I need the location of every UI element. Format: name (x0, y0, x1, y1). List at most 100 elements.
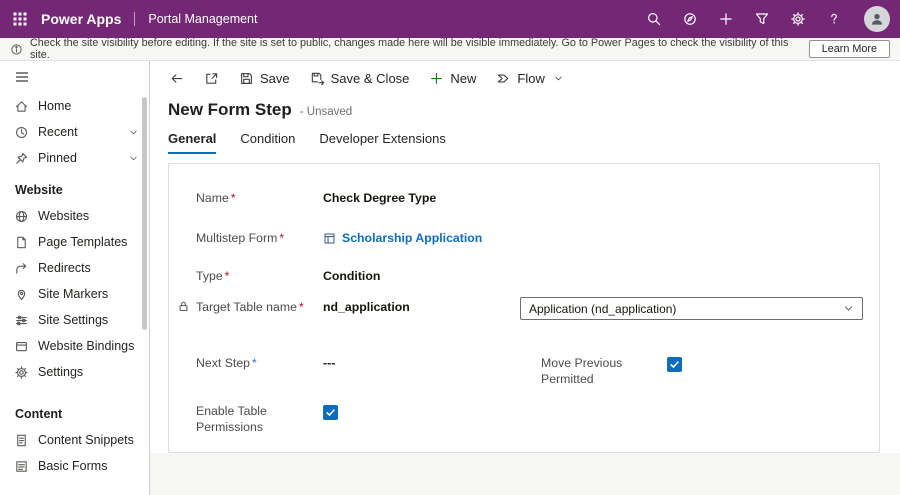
sidebar-item-site-settings[interactable]: Site Settings (0, 307, 149, 333)
help-icon[interactable] (825, 11, 842, 28)
main-content: Save Save & Close New Flow New Form Step… (150, 61, 900, 495)
move-previous-field-label: Move Previous Permitted (541, 356, 623, 386)
sidebar-item-settings[interactable]: Settings (0, 359, 149, 385)
sidebar-section-website: Website (15, 183, 63, 197)
save-close-icon (310, 71, 325, 86)
user-avatar[interactable] (864, 6, 890, 32)
next-step-field-value[interactable]: --- (323, 355, 520, 371)
title-row: New Form Step - Unsaved (150, 100, 900, 120)
gear-icon (14, 365, 29, 380)
multistep-form-field-label: Multistep Form * (196, 231, 284, 245)
save-status: - Unsaved (299, 106, 353, 118)
sidebar-section-content: Content (15, 407, 63, 421)
field-row-name: Name * Check Degree Type (169, 190, 879, 206)
tab-condition[interactable]: Condition (240, 131, 295, 154)
sidebar-item-label: Home (38, 99, 72, 113)
document-lines-icon (14, 433, 29, 448)
sidebar-item-content-snippets[interactable]: Content Snippets (0, 427, 149, 453)
field-row-next-step: Next Step * --- Move Previous Permitted (169, 355, 879, 387)
new-plus-icon (429, 71, 444, 86)
hamburger-menu-icon[interactable] (0, 61, 149, 93)
sidebar-item-pinned[interactable]: Pinned (0, 145, 149, 171)
sliders-icon (14, 313, 29, 328)
sidebar-item-page-templates[interactable]: Page Templates (0, 229, 149, 255)
form-icon (14, 459, 29, 474)
move-previous-checkbox[interactable] (667, 357, 682, 372)
recommended-marker: * (252, 356, 257, 370)
sidebar-item-label: Page Templates (38, 235, 128, 249)
compass-icon[interactable] (681, 11, 698, 28)
redirect-arrow-icon (14, 261, 29, 276)
header-section-title: Portal Management (148, 12, 258, 26)
field-row-type: Type * Condition (169, 268, 879, 284)
popout-icon (204, 71, 219, 86)
quick-create-plus-icon[interactable] (717, 11, 734, 28)
learn-more-button[interactable]: Learn More (808, 40, 890, 58)
chevron-down-icon (553, 73, 564, 84)
sidebar-item-label: Site Markers (38, 287, 109, 301)
header-divider (134, 12, 136, 26)
app-name[interactable]: Power Apps (41, 11, 121, 27)
lock-icon (177, 300, 190, 313)
sidebar-item-home[interactable]: Home (0, 93, 149, 119)
required-marker: * (230, 191, 236, 205)
tab-general[interactable]: General (168, 131, 217, 154)
page-title: New Form Step (168, 100, 292, 119)
command-bar: Save Save & Close New Flow (150, 61, 900, 95)
save-label: Save (260, 70, 290, 86)
pin-icon (14, 151, 29, 166)
map-marker-icon (14, 287, 29, 302)
chevron-down-icon[interactable] (128, 127, 139, 138)
sidebar-item-recent[interactable]: Recent (0, 119, 149, 145)
sidebar-item-label: Basic Forms (38, 459, 108, 473)
sidebar-item-label: Content Snippets (38, 433, 134, 447)
sidebar-item-website-bindings[interactable]: Website Bindings (0, 333, 149, 359)
browser-window-icon (14, 339, 29, 354)
settings-gear-icon[interactable] (789, 11, 806, 28)
name-field-value[interactable]: Check Degree Type (323, 190, 520, 206)
target-table-dropdown-value: Application (nd_application) (529, 301, 677, 316)
sidebar-item-websites[interactable]: Websites (0, 203, 149, 229)
enable-table-permissions-checkbox[interactable] (323, 405, 338, 420)
chevron-down-icon[interactable] (128, 153, 139, 164)
field-row-target-table: Target Table name * nd_application Applic… (169, 297, 879, 320)
tab-developer-extensions[interactable]: Developer Extensions (319, 131, 445, 154)
back-arrow-icon (169, 71, 184, 86)
content-background (150, 453, 900, 495)
new-button[interactable]: New (420, 67, 485, 90)
flow-icon (496, 71, 511, 86)
save-icon (239, 71, 254, 86)
type-field-value[interactable]: Condition (323, 268, 520, 284)
target-table-field-value[interactable]: nd_application (323, 299, 520, 315)
new-label: New (450, 70, 477, 86)
back-button[interactable] (160, 67, 193, 90)
sidebar-item-label: Recent (38, 125, 78, 139)
sidebar-item-label: Redirects (38, 261, 91, 275)
flow-button[interactable]: Flow (487, 67, 572, 90)
enable-table-permissions-value (323, 403, 520, 420)
sidebar-item-redirects[interactable]: Redirects (0, 255, 149, 281)
filter-icon[interactable] (753, 11, 770, 28)
app-launcher-icon[interactable] (0, 0, 40, 38)
popout-button[interactable] (195, 67, 228, 90)
sidebar-item-basic-forms[interactable]: Basic Forms (0, 453, 149, 479)
home-icon (14, 99, 29, 114)
chevron-down-icon (843, 303, 854, 314)
search-icon[interactable] (645, 11, 662, 28)
sidebar-scrollbar[interactable] (142, 97, 147, 330)
sidebar-item-label: Pinned (38, 151, 77, 165)
page-icon (14, 235, 29, 250)
sidebar-item-site-markers[interactable]: Site Markers (0, 281, 149, 307)
save-and-close-label: Save & Close (330, 70, 410, 86)
sidebar: Home Recent Pinned Website Websites Page… (0, 61, 150, 495)
required-marker: * (224, 269, 230, 283)
save-and-close-button[interactable]: Save & Close (301, 67, 419, 90)
save-button[interactable]: Save (230, 67, 299, 90)
site-visibility-banner: Check the site visibility before editing… (0, 37, 900, 61)
sidebar-item-label: Websites (38, 209, 90, 223)
name-field-label: Name * (196, 191, 236, 205)
target-table-dropdown[interactable]: Application (nd_application) (520, 297, 863, 320)
table-icon (323, 232, 336, 245)
multistep-form-lookup-link[interactable]: Scholarship Application (323, 230, 520, 246)
required-marker: * (279, 231, 284, 245)
